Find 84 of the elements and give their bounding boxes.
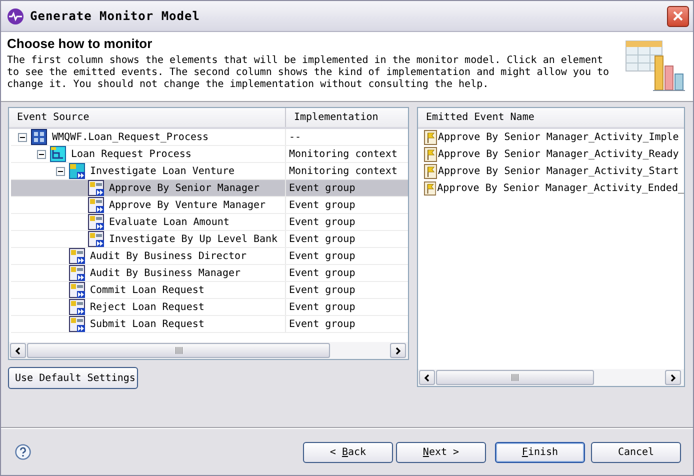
module-icon [31,129,47,145]
activity-icon [88,214,104,230]
page-title: Choose how to monitor [7,36,154,51]
tree-row[interactable]: Audit By Business Manager Event group [11,265,408,282]
column-header[interactable]: Implementation [286,108,408,127]
scroll-right-button[interactable] [665,370,681,385]
activity-icon [69,282,85,298]
scroll-right-button[interactable] [390,343,406,358]
wizard-button[interactable]: < Back [303,442,393,462]
flag-icon [424,130,437,145]
tree-item-label: Submit Loan Request [89,318,204,330]
activity-icon [69,248,85,264]
tree-row[interactable]: Submit Loan Request Event group [11,316,408,333]
implementation-cell-text: Event group [288,198,356,212]
activity-icon [69,299,85,315]
event-name[interactable]: Approve By Senior Manager_Activity_Imple [438,132,679,143]
wizard-button[interactable]: Cancel [591,442,681,462]
scrollbar-thumb[interactable] [436,370,594,385]
implementation-cell-text: Event group [288,266,356,280]
tree-row[interactable]: WMQWF.Loan_Request_Process -- [11,129,408,146]
help-icon[interactable] [15,444,31,460]
tree-row[interactable]: Commit Loan Request Event group [11,282,408,299]
implementation-cell-text: -- [288,130,302,144]
collapse-icon[interactable] [18,132,26,142]
tree-item-label: WMQWF.Loan_Request_Process [51,132,209,142]
wizard-button[interactable]: Finish [495,442,585,462]
process-icon [50,146,66,162]
tree-row[interactable]: Audit By Business Director Event group [11,248,408,265]
app-icon [7,8,24,24]
scroll-left-button[interactable] [419,370,435,385]
flag-icon [424,181,436,196]
wizard-button[interactable]: Next > [396,442,486,462]
implementation-cell-text: Event group [288,284,356,298]
subprocess-icon [69,163,85,179]
flag-icon [424,147,437,162]
tree-item-label: Audit By Business Manager [89,268,241,278]
tree-row[interactable]: Approve By Venture Manager Event group [11,197,408,214]
scrollbar-thumb[interactable] [27,343,330,358]
tree-item-label: Reject Loan Request [89,302,204,312]
collapse-icon[interactable] [36,150,46,158]
activity-icon [69,265,85,281]
event-name[interactable]: Approve By Senior Manager_Activity_Ended_ [437,183,684,194]
close-button[interactable] [667,6,689,26]
close-icon [672,10,684,22]
collapse-icon[interactable] [56,166,64,176]
tree-row[interactable]: Approve By Senior Manager Event group [11,180,408,197]
tree-item-label: Loan Request Process [70,148,192,160]
use-default-settings-button[interactable]: Use Default Settings [8,367,138,389]
arrow-left-icon [423,374,431,382]
arrow-right-icon [669,374,677,382]
tree-item-label: Approve By Venture Manager [108,200,266,210]
column-header[interactable]: Emitted Event Name [418,108,684,127]
event-name[interactable]: Approve By Senior Manager_Activity_Ready [438,149,679,160]
activity-icon [88,231,104,247]
activity-icon [88,180,104,196]
tree-row[interactable]: Investigate By Up Level Bank Event group [11,231,408,248]
activity-icon [69,316,85,332]
activity-icon [88,197,104,213]
arrow-right-icon [394,346,402,354]
implementation-cell-text: Monitoring context [288,164,398,178]
tree-item-label: Evaluate Loan Amount [108,216,230,228]
tree-item-label: Investigate By Up Level Bank [108,234,278,244]
tree-item-label: Commit Loan Request [89,284,204,296]
arrow-left-icon [14,346,22,354]
tree-row[interactable]: Loan Request Process Monitoring context [11,146,408,163]
tree-item-label: Approve By Senior Manager [108,182,260,194]
page-description: The first column shows the elements that will be implemented in the monitor model. Click an element to see the emitted events. The second column shows the kind of implementation and might allow you to change it. You should not change the implementation without consulting the help. [7,55,610,91]
window-title: Generate Monitor Model [30,9,201,23]
scroll-left-button[interactable] [10,343,26,358]
implementation-cell-text: Event group [288,318,356,332]
implementation-cell-text: Monitoring context [288,148,398,162]
table-chart-icon [625,40,687,92]
column-header[interactable]: Event Source [9,108,286,127]
implementation-cell-text: Event group [288,232,356,246]
tree-row[interactable]: Reject Loan Request Event group [11,299,408,316]
implementation-cell-text: Event group [288,250,356,264]
implementation-cell-text: Event group [288,182,356,196]
implementation-cell-text: Event group [288,216,356,230]
tree-item-label: Audit By Business Director [89,250,247,262]
event-name[interactable]: Approve By Senior Manager_Activity_Start [438,166,679,177]
implementation-cell-text: Event group [288,300,356,314]
tree-item-label: Investigate Loan Venture [89,166,234,176]
flag-icon [424,164,437,179]
tree-row[interactable]: Evaluate Loan Amount Event group [11,214,408,231]
